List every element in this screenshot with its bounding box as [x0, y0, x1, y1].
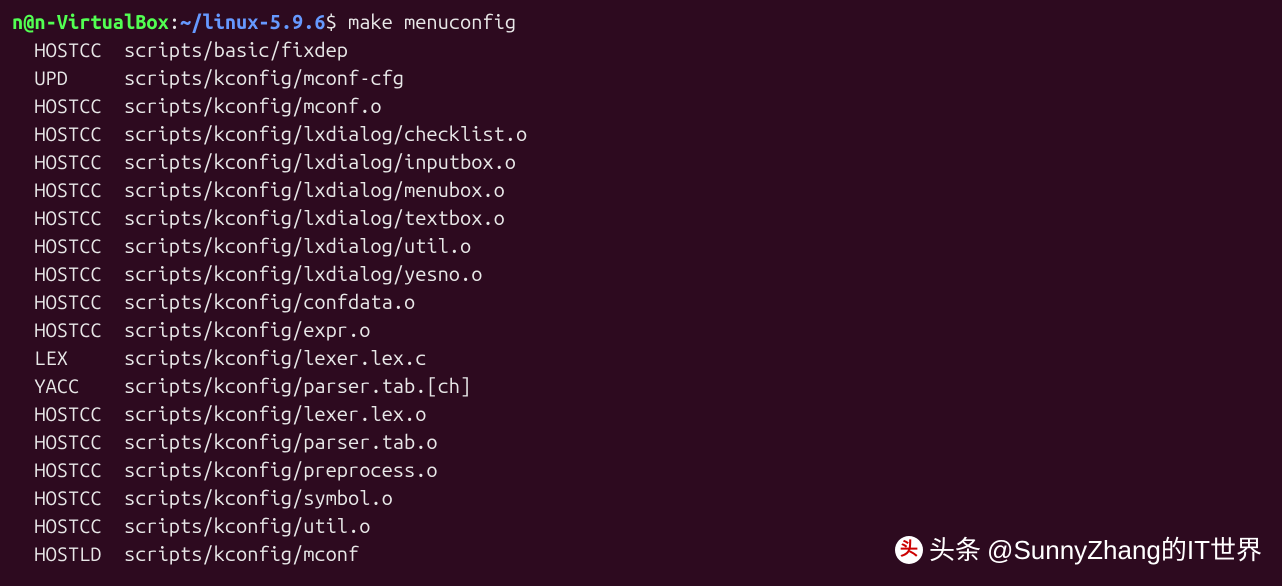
watermark: 头 头条 @SunnyZhang的IT世界	[895, 532, 1262, 568]
output-line: HOSTCC scripts/kconfig/lxdialog/textbox.…	[12, 204, 1270, 232]
output-line: UPD scripts/kconfig/mconf-cfg	[12, 64, 1270, 92]
watermark-logo-icon: 头	[895, 536, 923, 564]
output-line: HOSTCC scripts/kconfig/symbol.o	[12, 484, 1270, 512]
output-line: HOSTCC scripts/kconfig/lxdialog/menubox.…	[12, 176, 1270, 204]
output-line: HOSTCC scripts/basic/fixdep	[12, 36, 1270, 64]
watermark-handle: @SunnyZhang的IT世界	[987, 532, 1262, 568]
prompt-separator: :	[169, 10, 180, 33]
output-line: HOSTCC scripts/kconfig/lxdialog/inputbox…	[12, 148, 1270, 176]
prompt-path: ~/linux-5.9.6	[180, 10, 326, 33]
output-line: HOSTCC scripts/kconfig/lxdialog/util.o	[12, 232, 1270, 260]
prompt-user-host: n@n-VirtualBox	[12, 10, 169, 33]
output-line: LEX scripts/kconfig/lexer.lex.c	[12, 344, 1270, 372]
output-line: HOSTCC scripts/kconfig/lxdialog/checklis…	[12, 120, 1270, 148]
output-line: HOSTCC scripts/kconfig/confdata.o	[12, 288, 1270, 316]
prompt-symbol: $	[326, 10, 337, 33]
output-line: HOSTCC scripts/kconfig/lexer.lex.o	[12, 400, 1270, 428]
output-line: HOSTCC scripts/kconfig/parser.tab.o	[12, 428, 1270, 456]
terminal-output: HOSTCC scripts/basic/fixdep UPD scripts/…	[12, 36, 1270, 568]
output-line: YACC scripts/kconfig/parser.tab.[ch]	[12, 372, 1270, 400]
terminal-window[interactable]: n@n-VirtualBox:~/linux-5.9.6$ make menuc…	[12, 8, 1270, 568]
watermark-prefix: 头条	[929, 532, 981, 568]
output-line: HOSTCC scripts/kconfig/mconf.o	[12, 92, 1270, 120]
command-text: make menuconfig	[337, 10, 516, 33]
output-line: HOSTCC scripts/kconfig/expr.o	[12, 316, 1270, 344]
output-line: HOSTCC scripts/kconfig/lxdialog/yesno.o	[12, 260, 1270, 288]
prompt-line: n@n-VirtualBox:~/linux-5.9.6$ make menuc…	[12, 8, 1270, 36]
output-line: HOSTCC scripts/kconfig/preprocess.o	[12, 456, 1270, 484]
